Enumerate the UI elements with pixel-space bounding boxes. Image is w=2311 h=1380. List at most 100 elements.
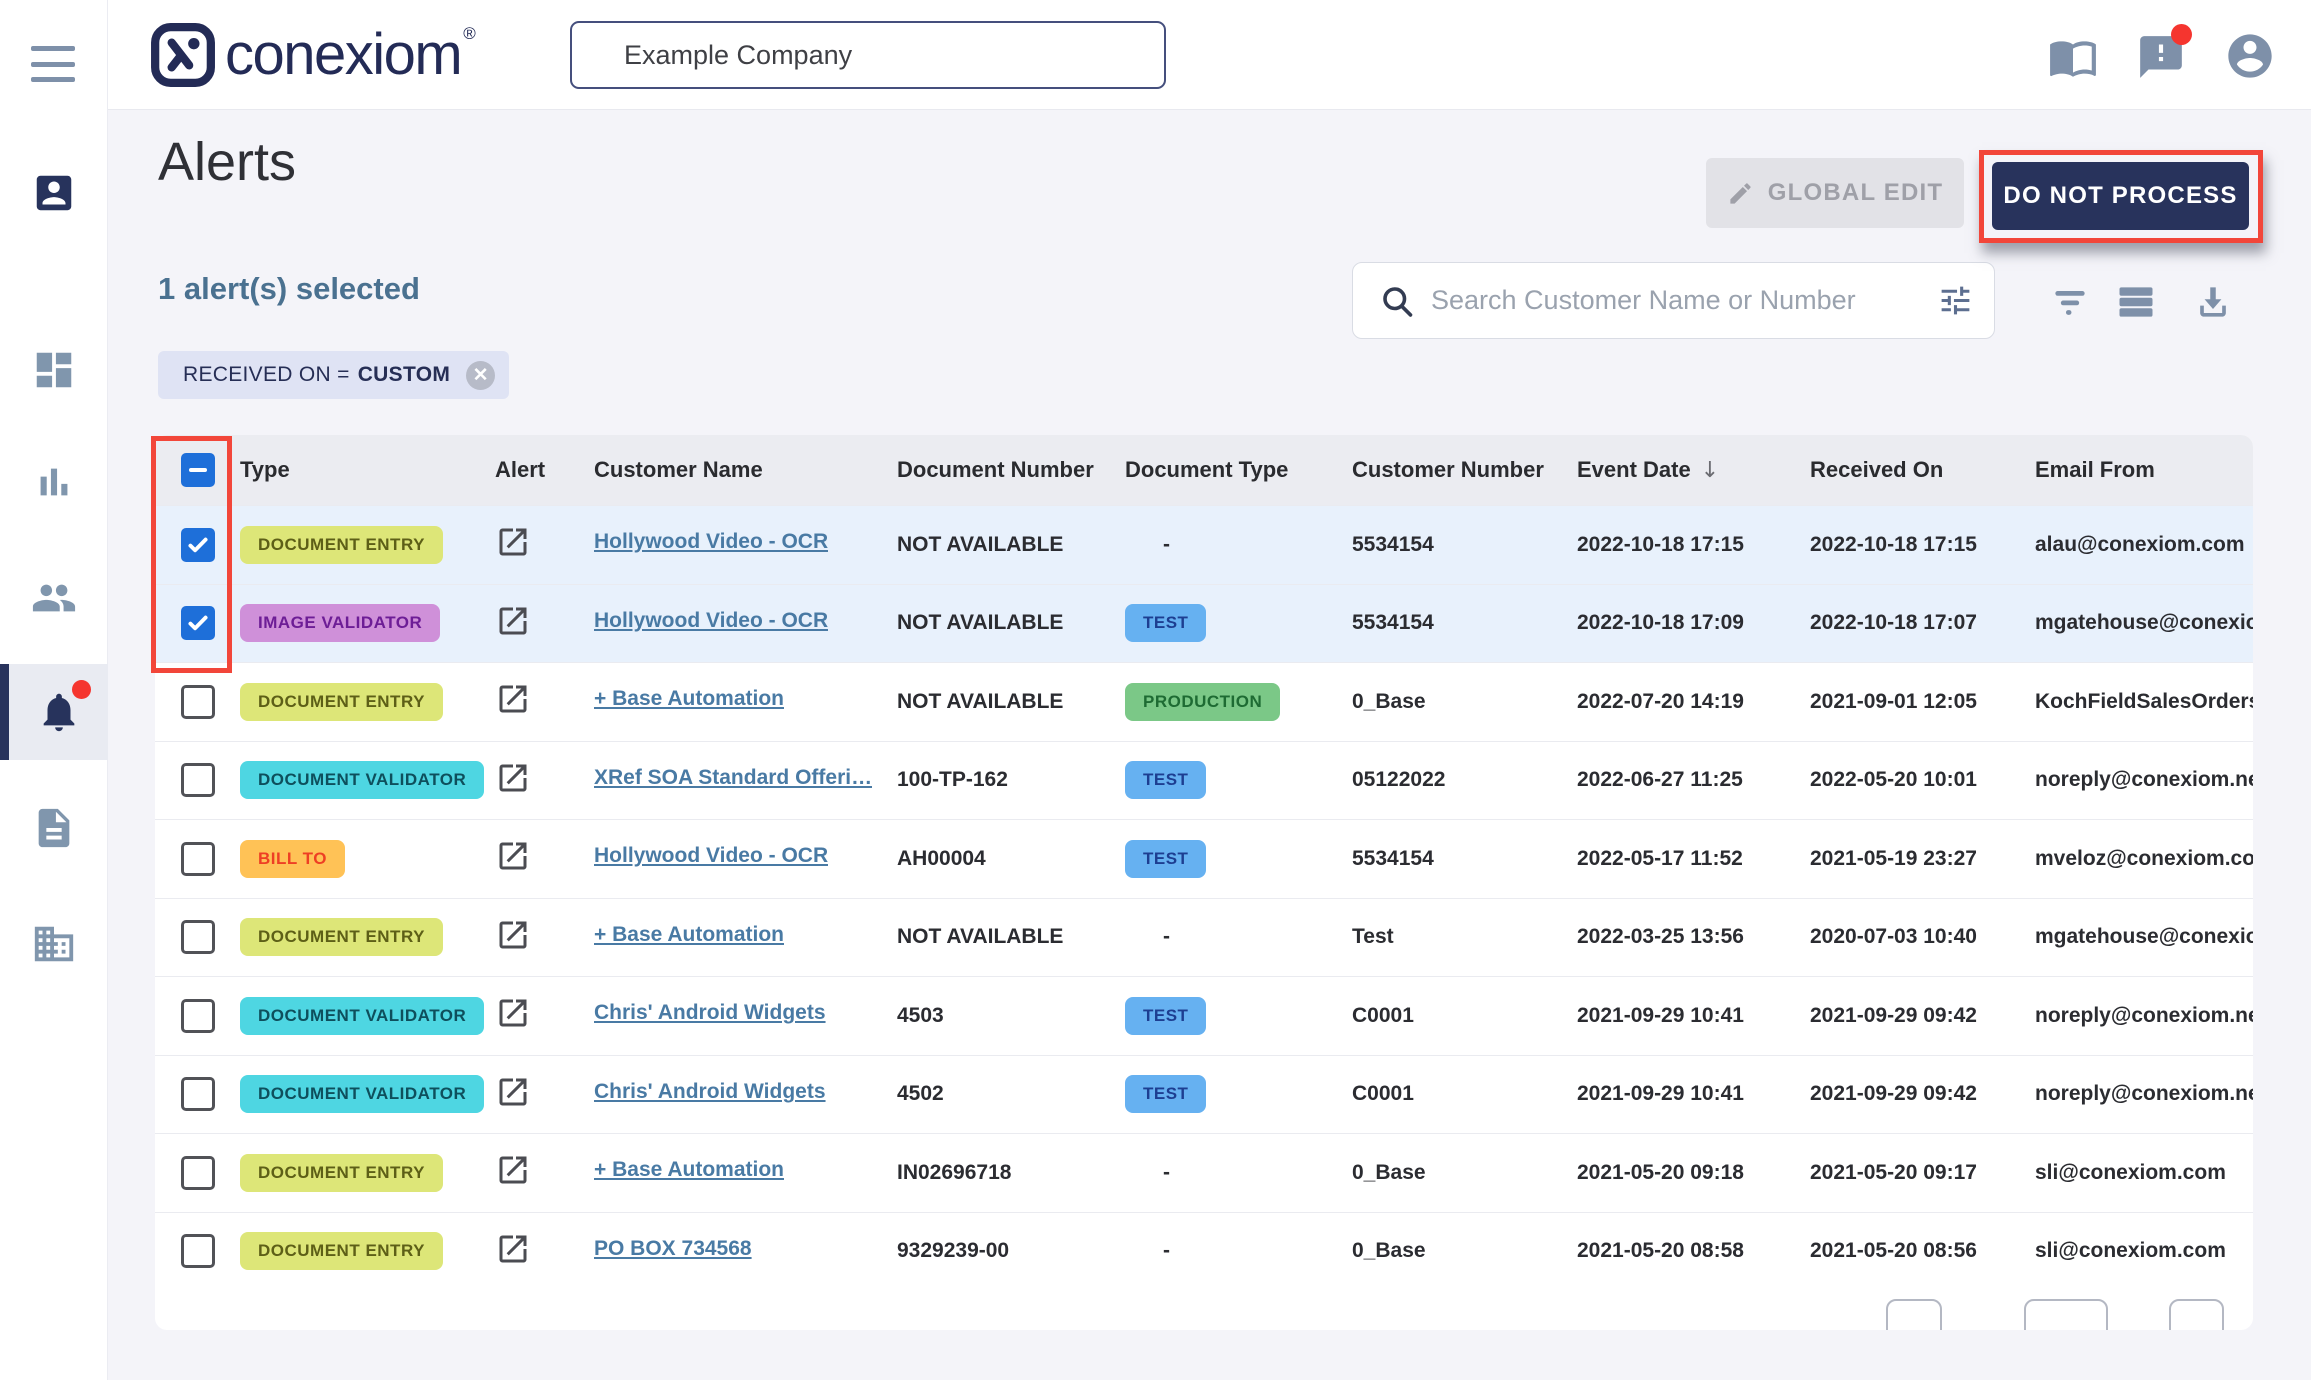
column-header-type[interactable]: Type	[240, 457, 495, 483]
row-checkbox[interactable]	[181, 1234, 215, 1268]
table-row[interactable]: DOCUMENT VALIDATOR Chris' Android Widget…	[155, 1055, 2253, 1134]
dashboard-icon	[31, 347, 77, 393]
knowledge-base-button[interactable]	[2048, 32, 2098, 82]
filter-chip-received-on: RECEIVED ON = CUSTOM ✕	[158, 351, 509, 399]
event-date: 2021-09-29 10:41	[1577, 1004, 1810, 1028]
registered-mark: ®	[463, 24, 476, 44]
row-checkbox[interactable]	[181, 685, 215, 719]
sidebar-item-customers[interactable]	[0, 550, 108, 646]
company-selector-input[interactable]	[570, 21, 1166, 89]
column-header-alert[interactable]: Alert	[495, 457, 594, 483]
sidebar-item-company[interactable]	[0, 896, 108, 992]
feedback-button[interactable]	[2136, 32, 2186, 82]
conexiom-app: conexiom ® Alerts GLOBAL EDIT DO NOT PRO…	[0, 0, 2311, 1380]
customer-name-link[interactable]: Hollywood Video - OCR	[594, 609, 828, 633]
document-type: TEST	[1125, 604, 1206, 642]
customer-name-link[interactable]: Chris' Android Widgets	[594, 1080, 826, 1104]
sidebar-item-analytics[interactable]	[0, 434, 108, 530]
open-alert-icon[interactable]	[495, 1152, 531, 1188]
email-from: mgatehouse@conexiom.c…	[2035, 925, 2253, 949]
event-date: 2022-06-27 11:25	[1577, 768, 1810, 792]
open-alert-icon[interactable]	[495, 681, 531, 717]
do-not-process-button[interactable]: DO NOT PROCESS	[1992, 162, 2249, 230]
customer-name-link[interactable]: Hollywood Video - OCR	[594, 530, 828, 554]
column-header-event-date[interactable]: Event Date↓	[1577, 457, 1810, 483]
open-alert-icon[interactable]	[495, 1074, 531, 1110]
open-alert-icon[interactable]	[495, 524, 531, 560]
row-checkbox[interactable]	[181, 842, 215, 876]
customer-number: 5534154	[1352, 611, 1577, 635]
sidebar-item-alerts[interactable]	[0, 664, 108, 760]
search-input[interactable]	[1431, 285, 1937, 316]
table-row[interactable]: DOCUMENT ENTRY PO BOX 734568 9329239-00 …	[155, 1212, 2253, 1291]
customer-name-link[interactable]: XRef SOA Standard Offeri…	[594, 766, 872, 790]
column-header-document-type[interactable]: Document Type	[1125, 457, 1352, 483]
filter-chip-label: RECEIVED ON =	[183, 363, 350, 387]
open-alert-icon[interactable]	[495, 995, 531, 1031]
open-alert-icon[interactable]	[495, 760, 531, 796]
document-type: -	[1125, 1161, 1170, 1184]
row-checkbox[interactable]	[181, 606, 215, 640]
customer-name-link[interactable]: PO BOX 734568	[594, 1237, 752, 1261]
filter-chip-close-icon[interactable]: ✕	[466, 361, 495, 390]
tune-icon[interactable]	[1937, 282, 1974, 319]
filter-button[interactable]	[2048, 280, 2092, 324]
pagination-next-button[interactable]	[2169, 1299, 2224, 1330]
email-from: noreply@conexiom.net	[2035, 768, 2253, 792]
row-checkbox[interactable]	[181, 763, 215, 797]
select-all-checkbox[interactable]	[181, 453, 215, 487]
account-button[interactable]	[2224, 30, 2276, 82]
customer-name-link[interactable]: Hollywood Video - OCR	[594, 844, 828, 868]
global-edit-button[interactable]: GLOBAL EDIT	[1706, 158, 1964, 228]
table-row[interactable]: IMAGE VALIDATOR Hollywood Video - OCR NO…	[155, 584, 2253, 663]
column-header-document-number[interactable]: Document Number	[897, 457, 1125, 483]
open-alert-icon[interactable]	[495, 603, 531, 639]
email-from: KochFieldSalesOrders@b…	[2035, 690, 2253, 714]
document-number: NOT AVAILABLE	[897, 533, 1125, 557]
column-header-customer-number[interactable]: Customer Number	[1352, 457, 1577, 483]
menu-icon[interactable]	[31, 46, 75, 82]
document-number: IN02696718	[897, 1161, 1125, 1185]
pagination-prev-button[interactable]	[1886, 1299, 1942, 1330]
page-title: Alerts	[158, 131, 296, 193]
email-from: mgatehouse@conexiom.c…	[2035, 611, 2253, 635]
received-on: 2021-05-20 08:56	[1810, 1239, 2035, 1263]
table-row[interactable]: DOCUMENT ENTRY + Base Automation NOT AVA…	[155, 898, 2253, 977]
table-row[interactable]: DOCUMENT ENTRY Hollywood Video - OCR NOT…	[155, 505, 2253, 584]
column-header-customer-name[interactable]: Customer Name	[594, 457, 897, 483]
row-checkbox[interactable]	[181, 528, 215, 562]
column-header-email-from[interactable]: Email From	[2035, 457, 2253, 483]
open-alert-icon[interactable]	[495, 838, 531, 874]
table-row[interactable]: DOCUMENT VALIDATOR Chris' Android Widget…	[155, 976, 2253, 1055]
open-alert-icon[interactable]	[495, 917, 531, 953]
document-number: NOT AVAILABLE	[897, 690, 1125, 714]
logo-wordmark: conexiom	[225, 22, 461, 88]
row-checkbox[interactable]	[181, 999, 215, 1033]
sidebar-item-documents[interactable]	[0, 780, 108, 876]
customer-name-link[interactable]: + Base Automation	[594, 687, 784, 711]
row-checkbox[interactable]	[181, 1077, 215, 1111]
people-icon	[31, 575, 77, 621]
download-button[interactable]	[2191, 280, 2235, 324]
document-number: NOT AVAILABLE	[897, 611, 1125, 635]
pagination-page-button[interactable]	[2024, 1299, 2108, 1330]
table-row[interactable]: DOCUMENT ENTRY + Base Automation IN02696…	[155, 1133, 2253, 1212]
document-icon	[31, 805, 77, 851]
row-checkbox-cell	[155, 999, 240, 1033]
row-density-button[interactable]	[2114, 280, 2158, 324]
open-alert-icon[interactable]	[495, 1231, 531, 1267]
received-on: 2021-09-01 12:05	[1810, 690, 2035, 714]
column-header-received-on[interactable]: Received On	[1810, 457, 2035, 483]
table-row[interactable]: DOCUMENT VALIDATOR XRef SOA Standard Off…	[155, 741, 2253, 820]
selected-count: 1 alert(s) selected	[158, 271, 420, 307]
sidebar-item-dashboard[interactable]	[0, 322, 108, 418]
event-date: 2021-05-20 09:18	[1577, 1161, 1810, 1185]
sidebar-item-contact-badge[interactable]	[0, 145, 108, 241]
customer-name-link[interactable]: Chris' Android Widgets	[594, 1001, 826, 1025]
customer-name-link[interactable]: + Base Automation	[594, 1158, 784, 1182]
row-checkbox[interactable]	[181, 920, 215, 954]
table-row[interactable]: BILL TO Hollywood Video - OCR AH00004 TE…	[155, 819, 2253, 898]
row-checkbox[interactable]	[181, 1156, 215, 1190]
table-row[interactable]: DOCUMENT ENTRY + Base Automation NOT AVA…	[155, 662, 2253, 741]
customer-name-link[interactable]: + Base Automation	[594, 923, 784, 947]
